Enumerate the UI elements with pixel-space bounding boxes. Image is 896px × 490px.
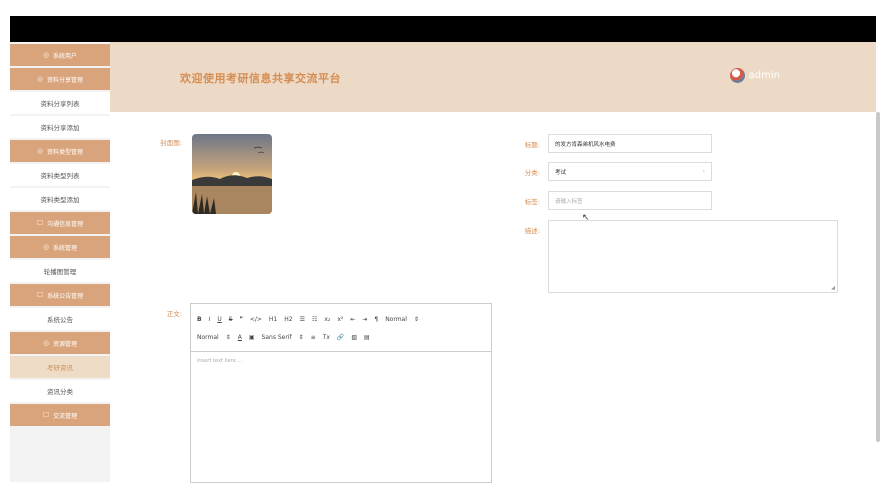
sidebar-group-communication[interactable]: ☐ 沟通信息管理 <box>10 212 110 234</box>
sidebar-group-system-users[interactable]: ◎ 系统用户 <box>10 44 110 66</box>
edit-form: 封面图: 标题: 的发方肯森弟机风水电费 分类: 考试 › 标签: 请输入标签 … <box>110 112 876 483</box>
message-icon: ☐ <box>36 219 44 227</box>
category-select[interactable]: 考试 › <box>548 162 712 181</box>
user-menu[interactable]: admin <box>729 68 780 83</box>
link-button[interactable]: 🔗 <box>337 334 344 341</box>
sidebar-item-news-category[interactable]: 资讯分类 <box>10 380 110 402</box>
tags-input[interactable]: 请输入标签 <box>548 191 712 210</box>
avatar <box>729 68 745 83</box>
header-select-arrow-icon: ⇕ <box>225 333 231 341</box>
italic-button[interactable]: I <box>209 316 211 323</box>
toolbar-row-1: B I U S ❞ </> H1 H2 ☰ ☷ x₂ x² ⇤ ⇥ ¶ Norm… <box>197 310 485 328</box>
tags-label: 标签: <box>524 198 540 206</box>
bullet-list-button[interactable]: ☷ <box>312 316 317 323</box>
sidebar-item-notice[interactable]: 系统公告 <box>10 308 110 330</box>
content-label: 正文: <box>166 310 182 318</box>
toolbar-row-2: Normal ⇕ A ▣ Sans Serif ⇕ ≡ Tx 🔗 ▧ ▤ <box>197 328 485 346</box>
h1-button[interactable]: H1 <box>269 316 277 323</box>
category-label: 分类: <box>524 169 540 177</box>
sunset-landscape-image <box>192 134 272 214</box>
sidebar-item-type-list[interactable]: 资料类型列表 <box>10 164 110 186</box>
folder-icon: ◎ <box>36 75 44 83</box>
resource-icon: ◎ <box>42 339 50 347</box>
top-bar <box>10 16 876 42</box>
background-color-button[interactable]: ▣ <box>249 334 255 341</box>
align-button[interactable]: ≡ <box>311 334 316 341</box>
sidebar: ◎ 系统用户 ◎ 资料分享管理 资料分享列表 资料分享添加 ◎ 资料类型管理 资料类型… <box>10 42 110 482</box>
ordered-list-button[interactable]: ☰ <box>300 316 305 323</box>
outdent-button[interactable]: ⇤ <box>350 316 355 323</box>
sidebar-group-notice[interactable]: ☐ 系统公告管理 <box>10 284 110 306</box>
cover-label: 封面图: <box>160 139 182 147</box>
blockquote-button[interactable]: ❞ <box>240 316 243 323</box>
description-textarea[interactable]: ◢ <box>548 220 838 293</box>
sidebar-group-exchange[interactable]: ☐ 交流管理 <box>10 404 110 426</box>
font-select-arrow-icon: ⇕ <box>298 333 304 341</box>
tag-icon: ◎ <box>36 147 44 155</box>
image-button[interactable]: ▧ <box>351 334 357 341</box>
cover-image[interactable] <box>192 134 272 214</box>
direction-button[interactable]: ¶ <box>374 316 378 323</box>
scrollbar[interactable] <box>876 112 880 442</box>
sidebar-group-system[interactable]: ◎ 系统管理 <box>10 236 110 258</box>
size-select[interactable]: Normal <box>385 316 407 323</box>
header-select[interactable]: Normal <box>197 334 219 341</box>
title-input[interactable]: 的发方肯森弟机风水电费 <box>548 134 712 153</box>
sidebar-item-share-list[interactable]: 资料分享列表 <box>10 92 110 114</box>
h2-button[interactable]: H2 <box>284 316 292 323</box>
subscript-button[interactable]: x₂ <box>324 316 330 323</box>
font-color-button[interactable]: A <box>238 334 242 341</box>
sidebar-item-share-add[interactable]: 资料分享添加 <box>10 116 110 138</box>
sidebar-group-type-manage[interactable]: ◎ 资料类型管理 <box>10 140 110 162</box>
video-button[interactable]: ▤ <box>364 334 370 341</box>
notice-icon: ☐ <box>36 291 44 299</box>
gear-icon: ◎ <box>42 243 50 251</box>
user-icon: ◎ <box>42 51 50 59</box>
resize-handle-icon[interactable]: ◢ <box>831 285 835 291</box>
code-button[interactable]: </> <box>250 316 262 323</box>
bold-button[interactable]: B <box>197 316 202 323</box>
sidebar-group-share-manage[interactable]: ◎ 资料分享管理 <box>10 68 110 90</box>
font-select[interactable]: Sans Serif <box>262 334 292 341</box>
sidebar-item-carousel[interactable]: 轮播图管理 <box>10 260 110 282</box>
underline-button[interactable]: U <box>217 316 221 323</box>
username: admin <box>748 70 780 81</box>
strike-button[interactable]: S <box>229 316 233 323</box>
sidebar-item-type-add[interactable]: 资料类型添加 <box>10 188 110 210</box>
title-label: 标题: <box>524 141 540 149</box>
chevron-down-icon: › <box>702 168 705 175</box>
welcome-title: 欢迎使用考研信息共享交流平台 <box>180 72 341 85</box>
clear-format-button[interactable]: Tx <box>323 334 330 341</box>
description-label: 描述: <box>524 227 540 235</box>
mouse-cursor-icon: ↖ <box>582 213 590 223</box>
sidebar-item-news[interactable]: 考研资讯 <box>10 356 110 378</box>
superscript-button[interactable]: x² <box>337 316 343 323</box>
size-select-arrow-icon: ⇕ <box>413 315 419 323</box>
editor-toolbar: B I U S ❞ </> H1 H2 ☰ ☷ x₂ x² ⇤ ⇥ ¶ Norm… <box>191 304 491 352</box>
editor-placeholder[interactable]: Insert text here ... <box>191 352 491 370</box>
rich-text-editor[interactable]: B I U S ❞ </> H1 H2 ☰ ☷ x₂ x² ⇤ ⇥ ¶ Norm… <box>190 303 492 483</box>
sidebar-group-resource[interactable]: ◎ 资源管理 <box>10 332 110 354</box>
header: 欢迎使用考研信息共享交流平台 admin <box>110 42 876 112</box>
indent-button[interactable]: ⇥ <box>362 316 367 323</box>
exchange-icon: ☐ <box>42 411 50 419</box>
